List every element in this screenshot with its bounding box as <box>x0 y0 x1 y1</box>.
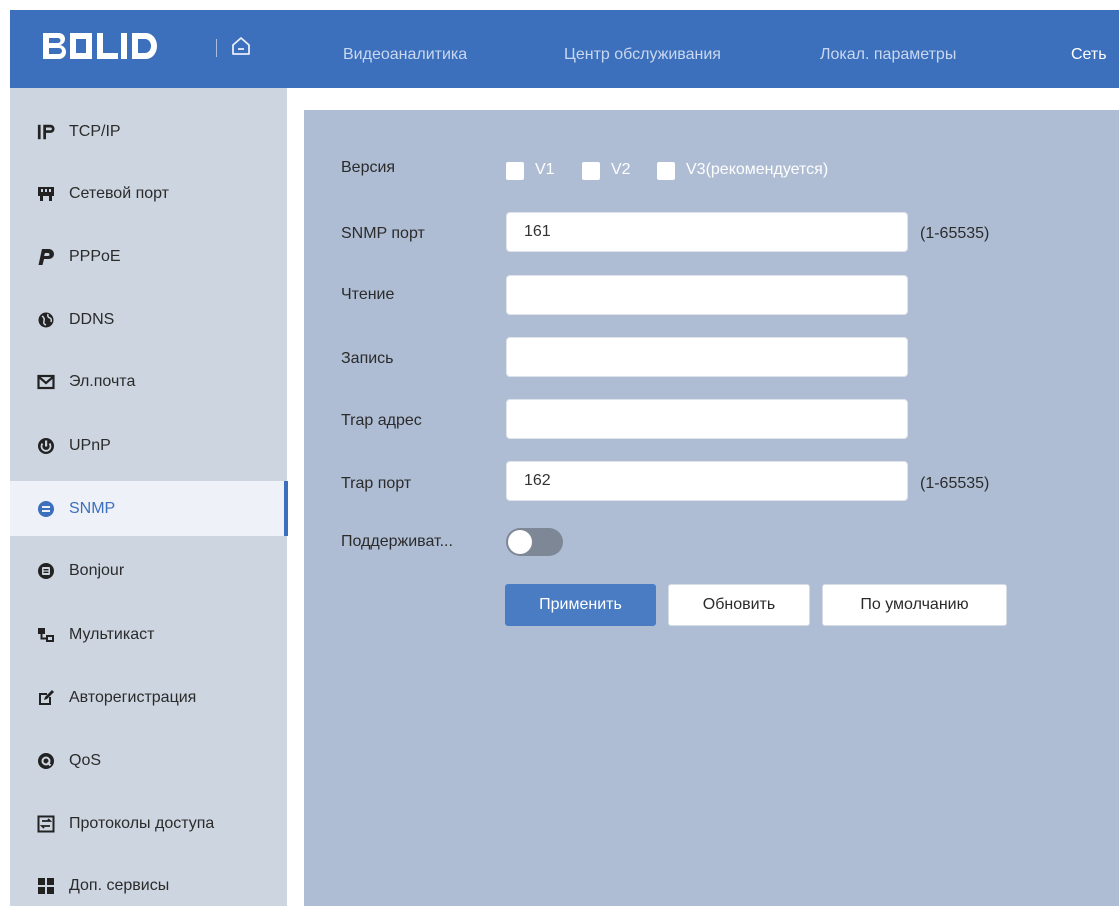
access-protocols-icon <box>37 815 55 833</box>
read-community-input[interactable] <box>506 275 908 315</box>
write-community-label: Запись <box>341 350 394 367</box>
trap-port-range: (1-65535) <box>920 475 990 492</box>
sidebar-item-bonjour[interactable]: Bonjour <box>10 543 282 598</box>
sidebar-item-extra-services[interactable]: Доп. сервисы <box>10 858 282 913</box>
edit-icon <box>37 689 55 707</box>
sidebar-item-multicast[interactable]: Мультикаст <box>10 607 282 662</box>
checkbox-v2[interactable] <box>582 162 600 180</box>
support-toggle[interactable] <box>506 528 563 556</box>
nav-service-center[interactable]: Центр обслуживания <box>564 46 721 64</box>
sidebar-item-pppoe[interactable]: PPPoE <box>10 229 282 284</box>
sidebar-item-label: Мультикаст <box>69 625 155 643</box>
nav-local-settings[interactable]: Локал. параметры <box>820 46 956 64</box>
sidebar-item-label: PPPoE <box>69 247 121 265</box>
sidebar-item-label: Протоколы доступа <box>69 814 215 832</box>
sidebar-item-label: Авторегистрация <box>69 688 197 706</box>
refresh-button[interactable]: Обновить <box>668 584 810 626</box>
sidebar-item-email[interactable]: Эл.почта <box>10 354 282 409</box>
bolid-logo-icon <box>43 33 157 59</box>
sidebar-item-label: SNMP <box>69 499 116 517</box>
checkbox-v3-label: V3(рекомендуется) <box>686 161 829 178</box>
checkbox-v3[interactable] <box>657 162 675 180</box>
snmp-port-range: (1-65535) <box>920 225 990 242</box>
toggle-knob <box>508 530 532 554</box>
home-icon[interactable] <box>230 35 252 57</box>
sidebar-item-ddns[interactable]: DDNS <box>10 292 282 347</box>
sidebar-item-tcpip[interactable]: TCP/IP <box>10 104 282 159</box>
trap-address-label: Trap адрес <box>341 412 422 429</box>
bonjour-icon <box>37 562 55 580</box>
trap-port-label: Trap порт <box>341 475 412 492</box>
apply-button[interactable]: Применить <box>505 584 656 626</box>
trap-address-input[interactable] <box>506 399 908 439</box>
sidebar-item-network-port[interactable]: Сетевой порт <box>10 166 282 221</box>
sidebar-item-snmp[interactable]: SNMP <box>10 481 288 536</box>
support-label: Поддерживат... <box>341 533 453 550</box>
sidebar-item-label: UPnP <box>69 436 111 454</box>
sidebar-item-qos[interactable]: QoS <box>10 733 282 788</box>
checkbox-v1-label: V1 <box>535 161 555 178</box>
multicast-icon <box>37 626 55 644</box>
sidebar-item-label: Bonjour <box>69 561 125 579</box>
sidebar-item-label: TCP/IP <box>69 122 121 140</box>
write-community-input[interactable] <box>506 337 908 377</box>
checkbox-v1[interactable] <box>506 162 524 180</box>
globe-icon <box>37 311 55 329</box>
nav-video-analytics[interactable]: Видеоаналитика <box>343 46 467 64</box>
snmp-icon <box>37 500 55 518</box>
bolid-logo <box>41 29 168 63</box>
version-label: Версия <box>341 159 396 176</box>
default-button[interactable]: По умолчанию <box>822 584 1007 626</box>
sidebar-item-label: QoS <box>69 751 102 769</box>
mail-icon <box>37 373 55 391</box>
sidebar-item-label: DDNS <box>69 310 115 328</box>
snmp-port-label: SNMP порт <box>341 225 425 242</box>
sidebar-item-label: Доп. сервисы <box>69 876 170 894</box>
pppoe-icon <box>37 248 55 266</box>
power-icon <box>37 437 55 455</box>
network-port-icon <box>37 185 55 203</box>
sidebar-item-upnp[interactable]: UPnP <box>10 418 282 473</box>
nav-network[interactable]: Сеть <box>1071 46 1107 64</box>
snmp-port-input[interactable] <box>506 212 908 252</box>
header-divider <box>216 39 217 57</box>
sidebar-item-autoregistration[interactable]: Авторегистрация <box>10 670 282 725</box>
qos-icon <box>37 752 55 770</box>
read-community-label: Чтение <box>341 286 395 303</box>
sidebar-item-label: Сетевой порт <box>69 184 170 202</box>
sidebar-item-label: Эл.почта <box>69 372 136 390</box>
sidebar: TCP/IP Сетевой порт PPPoE DDNS Эл.почта … <box>10 88 288 906</box>
ip-icon <box>37 123 55 141</box>
sidebar-item-access-protocols[interactable]: Протоколы доступа <box>10 796 282 851</box>
top-bar: Видеоаналитика Центр обслуживания Локал.… <box>10 10 1119 88</box>
trap-port-input[interactable] <box>506 461 908 501</box>
checkbox-v2-label: V2 <box>611 161 631 178</box>
grid-icon <box>37 877 55 895</box>
